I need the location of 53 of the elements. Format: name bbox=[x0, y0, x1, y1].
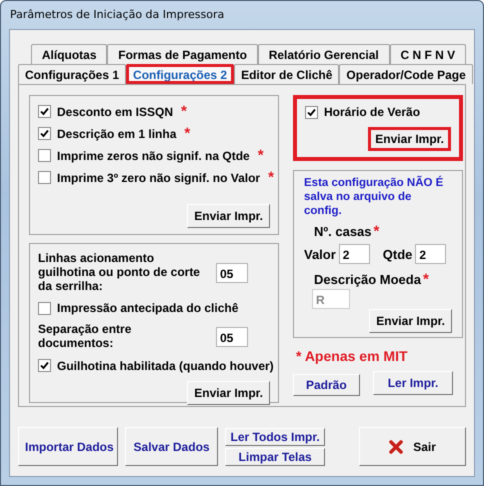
checkbox-label: Horário de Verão bbox=[324, 105, 420, 119]
checkbox-label: Descrição em 1 linha bbox=[57, 126, 176, 140]
action-button[interactable]: Padrão bbox=[293, 374, 360, 396]
field-label: Separação entre documentos: bbox=[38, 323, 132, 351]
clear-button[interactable]: Limpar Telas bbox=[225, 448, 326, 466]
checkbox[interactable] bbox=[305, 106, 318, 118]
tab[interactable]: Editor de Clichê bbox=[234, 64, 340, 84]
tab[interactable]: Relatório Gerencial bbox=[258, 44, 390, 64]
field-label: Nº. casas bbox=[314, 224, 372, 240]
checkbox-label: Imprime zeros não signif. na Qtde bbox=[57, 148, 250, 162]
input-field[interactable]: 2 bbox=[338, 244, 370, 264]
send-button[interactable]: Enviar Impr. bbox=[187, 204, 270, 228]
checkbox[interactable] bbox=[38, 302, 51, 315]
checkbox[interactable] bbox=[38, 105, 51, 118]
checkbox[interactable] bbox=[38, 127, 51, 140]
required-asterisk: * bbox=[422, 272, 429, 288]
input-field[interactable]: 05 bbox=[216, 327, 248, 348]
required-asterisk: * bbox=[374, 224, 380, 240]
close-icon bbox=[389, 440, 404, 454]
tab[interactable]: Configurações 2 bbox=[126, 64, 234, 84]
action-button[interactable]: Ler Impr. bbox=[372, 371, 454, 395]
tab[interactable]: Formas de Pagamento bbox=[107, 44, 258, 64]
tab[interactable]: Operador/Code Page bbox=[339, 64, 473, 84]
required-asterisk: * bbox=[184, 126, 190, 141]
checkbox[interactable] bbox=[38, 149, 51, 162]
send-button[interactable]: Enviar Impr. bbox=[368, 127, 451, 151]
tab[interactable]: Alíquotas bbox=[31, 44, 108, 64]
checkbox-label: Imprime 3º zero não signif. no Valor bbox=[57, 170, 260, 184]
checkbox-label: Impressão antecipada do clichê bbox=[57, 301, 238, 316]
save-button[interactable]: Salvar Dados bbox=[125, 427, 218, 466]
tab[interactable]: Configurações 1 bbox=[18, 64, 126, 84]
required-asterisk: * bbox=[258, 148, 264, 163]
import-button[interactable]: Importar Dados bbox=[18, 427, 118, 466]
send-button[interactable]: Enviar Impr. bbox=[369, 309, 452, 334]
field-label: Qtde bbox=[382, 246, 412, 262]
required-asterisk: * bbox=[268, 170, 274, 185]
window-title: Parâmetros de Iniciação da Impressora bbox=[9, 7, 226, 23]
input-field[interactable]: 05 bbox=[216, 262, 248, 283]
field-label: Linhas acionamento guilhotina ou ponto de corte da serrilha: bbox=[38, 252, 201, 294]
checkbox-label: Guilhotina habilitada (quando houver) bbox=[57, 358, 274, 373]
exit-button[interactable]: Sair bbox=[359, 427, 466, 466]
field-label: Descrição Moeda bbox=[314, 272, 421, 288]
required-asterisk: * bbox=[181, 104, 187, 119]
field-label: Valor bbox=[304, 246, 336, 262]
checkbox[interactable] bbox=[38, 171, 51, 184]
tab[interactable]: C N F N V bbox=[390, 44, 466, 64]
info-note: Esta configuração NÃO É salva no arquivo de config. bbox=[304, 177, 444, 218]
footnote: * Apenas em MIT bbox=[296, 348, 409, 364]
checkbox[interactable] bbox=[38, 359, 51, 372]
send-button[interactable]: Enviar Impr. bbox=[187, 380, 270, 405]
read-all-button[interactable]: Ler Todos Impr. bbox=[225, 428, 326, 446]
checkbox-label: Desconto em ISSQN bbox=[57, 104, 174, 118]
input-field[interactable]: 2 bbox=[415, 244, 446, 264]
